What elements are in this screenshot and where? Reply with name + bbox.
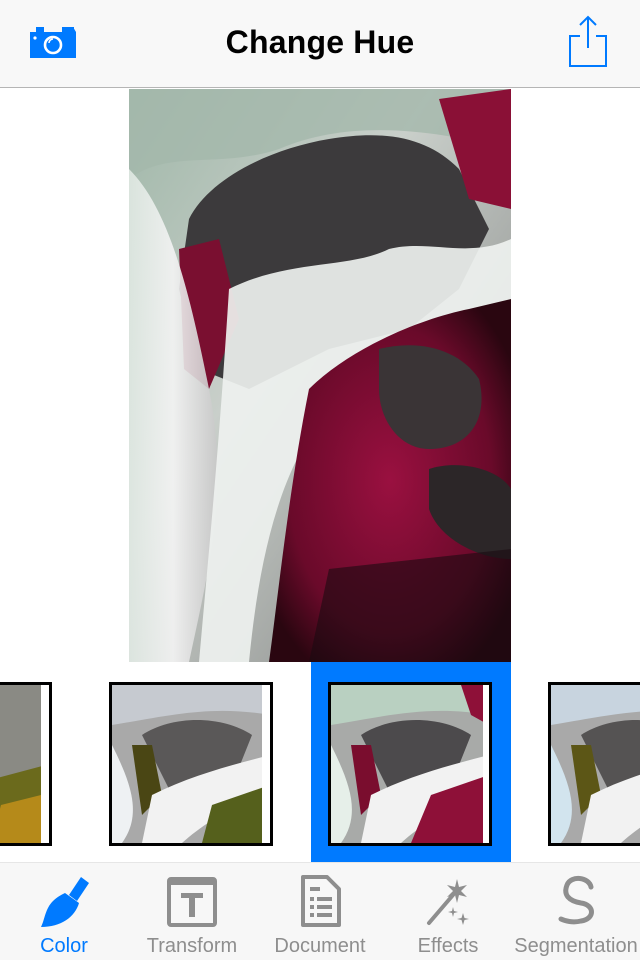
waterfall-image	[129, 89, 511, 662]
thumbnail-hue-variant-2[interactable]	[109, 682, 273, 846]
tab-color[interactable]: Color	[0, 863, 128, 961]
tab-label: Effects	[417, 935, 479, 957]
thumbnail-image	[0, 685, 49, 843]
tab-transform[interactable]: Transform	[128, 863, 256, 961]
tab-segmentation[interactable]: Segmentation	[512, 863, 640, 961]
magic-wand-icon	[427, 879, 469, 925]
filter-strip[interactable]	[0, 662, 640, 862]
tab-label: Document	[274, 935, 366, 957]
paintbrush-icon	[41, 877, 89, 927]
main-photo	[129, 89, 511, 662]
share-button[interactable]	[566, 14, 610, 70]
tab-bar: Color Transform Document Effects Segment…	[0, 862, 640, 960]
tab-label: Segmentation	[514, 935, 638, 957]
navigation-bar: Change Hue	[0, 0, 640, 88]
share-icon	[569, 15, 607, 67]
tab-effects[interactable]: Effects	[384, 863, 512, 961]
tab-label: Transform	[146, 935, 238, 957]
document-icon	[301, 875, 341, 927]
segmentation-curve-icon	[558, 876, 594, 925]
thumbnail-image	[551, 685, 640, 843]
tab-document[interactable]: Document	[256, 863, 384, 961]
page-title: Change Hue	[225, 24, 415, 60]
thumbnail-image	[112, 685, 270, 843]
thumbnail-hue-variant-1[interactable]	[0, 682, 52, 846]
thumbnail-image	[331, 685, 489, 843]
thumbnail-hue-variant-4[interactable]	[548, 682, 640, 846]
text-box-icon	[167, 877, 217, 927]
thumbnail-hue-variant-3[interactable]	[328, 682, 492, 846]
